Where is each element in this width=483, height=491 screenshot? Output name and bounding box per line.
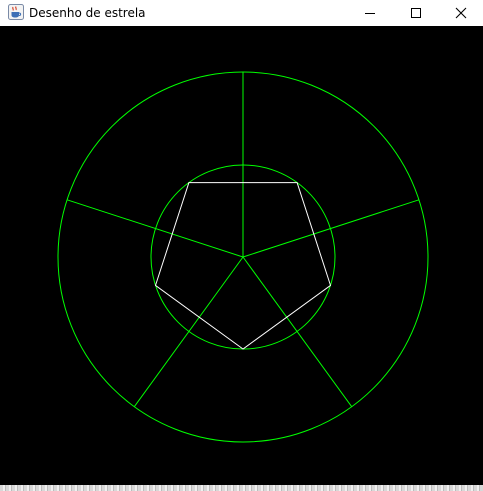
close-icon xyxy=(455,7,467,19)
drawing-canvas xyxy=(0,26,483,485)
close-button[interactable] xyxy=(438,0,483,26)
window-title: Desenho de estrela xyxy=(29,6,146,20)
java-cup-icon xyxy=(8,4,24,20)
minimize-icon xyxy=(364,7,376,19)
app-window: Desenho de estrela xyxy=(0,0,483,491)
canvas-background xyxy=(0,26,483,485)
maximize-button[interactable] xyxy=(393,0,439,26)
minimize-button[interactable] xyxy=(347,0,393,26)
maximize-icon xyxy=(410,7,422,19)
bottom-edge xyxy=(0,485,483,491)
star-drawing xyxy=(0,26,483,485)
title-bar[interactable]: Desenho de estrela xyxy=(0,0,483,26)
